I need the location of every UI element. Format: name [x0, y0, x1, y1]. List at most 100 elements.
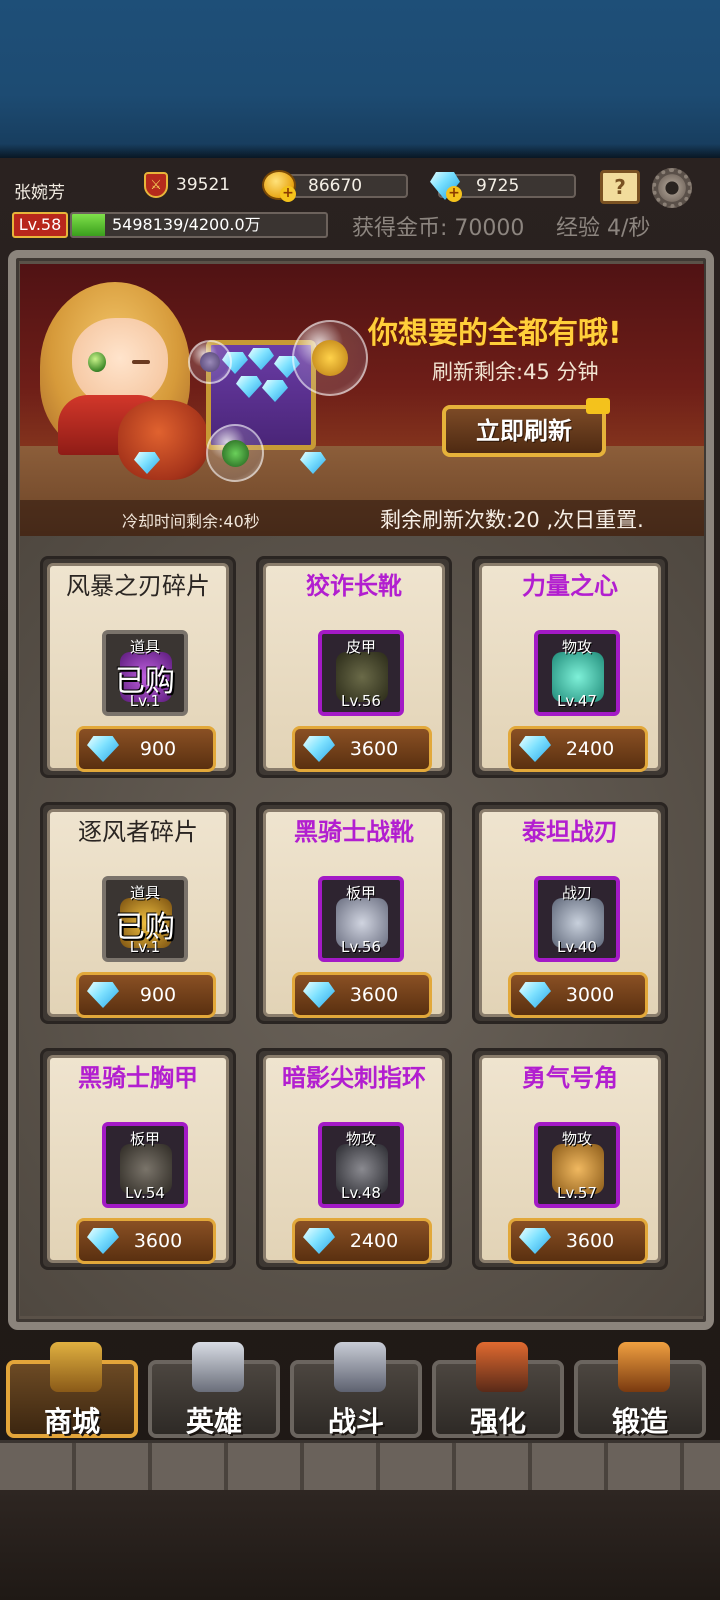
buy-button[interactable]: 3600 — [292, 726, 432, 772]
diamond-icon — [87, 1228, 119, 1254]
item-level: Lv.48 — [341, 1184, 381, 1202]
shop-item-card[interactable]: 黑骑士战靴 板甲 Lv.56 3600 — [256, 802, 452, 1024]
item-icon-box[interactable]: 道具 已购 Lv.1 — [102, 876, 188, 962]
diamond-icon — [303, 1228, 335, 1254]
forge-icon — [618, 1342, 670, 1392]
shop-item-card[interactable]: 逐风者碎片 道具 已购 Lv.1 900 — [40, 802, 236, 1024]
help-book-icon[interactable]: ? — [600, 170, 640, 204]
combat-power: ⚔ 39521 — [144, 172, 230, 198]
nav-tab-label: 战斗 — [327, 1405, 384, 1438]
refresh-now-button[interactable]: 立即刷新 — [442, 405, 606, 457]
combat-power-value: 39521 — [176, 175, 231, 195]
card-inner: 狡诈长靴 皮甲 Lv.56 3600 — [263, 563, 445, 772]
nav-tab-2[interactable]: 战斗 — [290, 1342, 422, 1438]
card-inner: 力量之心 物攻 Lv.47 2400 — [479, 563, 661, 772]
sky-background — [0, 0, 720, 158]
nav-tab-3[interactable]: 强化 — [432, 1342, 564, 1438]
card-inner: 风暴之刃碎片 道具 已购 Lv.1 900 — [47, 563, 229, 772]
card-inner: 暗影尖刺指环 物攻 Lv.48 2400 — [263, 1055, 445, 1264]
shop-item-card[interactable]: 黑骑士胸甲 板甲 Lv.54 3600 — [40, 1048, 236, 1270]
diamond-icon — [303, 736, 335, 762]
gear-icon[interactable] — [652, 168, 692, 208]
item-level: Lv.40 — [557, 938, 597, 956]
shop-item-card[interactable]: 泰坦战刃 战刃 Lv.40 3000 — [472, 802, 668, 1024]
refresh-count-text: 剩余刷新次数:20 ,次日重置. — [380, 508, 644, 532]
item-price: 900 — [139, 738, 177, 760]
item-price: 900 — [139, 984, 177, 1006]
shop-item-card[interactable]: 暗影尖刺指环 物攻 Lv.48 2400 — [256, 1048, 452, 1270]
item-type: 板甲 — [129, 1130, 160, 1148]
item-price: 2400 — [565, 738, 615, 760]
item-icon-box[interactable]: 物攻 Lv.57 — [534, 1122, 620, 1208]
hammer-anvil-icon — [476, 1342, 528, 1392]
item-type: 道具 — [129, 884, 160, 902]
buy-button[interactable]: 3600 — [292, 972, 432, 1018]
ring-bubble-icon — [292, 320, 368, 396]
item-icon-box[interactable]: 战刃 Lv.40 — [534, 876, 620, 962]
player-name: 张婉芳 — [14, 183, 65, 203]
item-price: 3000 — [565, 984, 615, 1006]
item-level: Lv.47 — [557, 692, 597, 710]
gold-gain-rate: 获得金币: 70000 — [352, 216, 525, 241]
buy-button[interactable]: 2400 — [508, 726, 648, 772]
horned-helmet-icon — [192, 1342, 244, 1392]
shop-item-card[interactable]: 勇气号角 物攻 Lv.57 3600 — [472, 1048, 668, 1270]
nav-tab-4[interactable]: 锻造 — [574, 1342, 706, 1438]
item-level: Lv.56 — [341, 692, 381, 710]
add-gold-icon[interactable]: + — [280, 186, 296, 202]
item-name: 黑骑士战靴 — [294, 818, 414, 846]
gold-value: 86670 — [308, 176, 363, 196]
item-icon-box[interactable]: 皮甲 Lv.56 — [318, 630, 404, 716]
floor-bricks — [0, 1440, 720, 1490]
floor-shadow — [0, 1490, 720, 1600]
item-name: 勇气号角 — [522, 1064, 618, 1092]
exp-text: 5498139/4200.0万 — [112, 215, 261, 234]
shop-item-card[interactable]: 风暴之刃碎片 道具 已购 Lv.1 900 — [40, 556, 236, 778]
diamond-icon — [87, 982, 119, 1008]
diamond-icon — [87, 736, 119, 762]
item-type: 道具 — [129, 638, 160, 656]
nav-tab-label: 强化 — [469, 1405, 526, 1438]
item-type: 皮甲 — [345, 638, 376, 656]
buy-button[interactable]: 3600 — [508, 1218, 648, 1264]
armor-bubble-icon — [188, 340, 232, 384]
item-type: 物攻 — [561, 638, 592, 656]
buy-button[interactable]: 2400 — [292, 1218, 432, 1264]
card-inner: 黑骑士胸甲 板甲 Lv.54 3600 — [47, 1055, 229, 1264]
buy-button[interactable]: 900 — [76, 972, 216, 1018]
item-price: 3600 — [349, 984, 399, 1006]
item-name: 风暴之刃碎片 — [66, 572, 210, 600]
nav-tab-label: 商城 — [43, 1405, 100, 1438]
item-type: 板甲 — [345, 884, 376, 902]
buy-button[interactable]: 900 — [76, 726, 216, 772]
rune-bubble-icon — [206, 424, 264, 482]
buy-button[interactable]: 3000 — [508, 972, 648, 1018]
elf-eye-icon — [88, 352, 106, 372]
level-badge: Lv.58 — [12, 212, 68, 238]
item-type: 物攻 — [561, 1130, 592, 1148]
item-icon-box[interactable]: 物攻 Lv.47 — [534, 630, 620, 716]
nav-tab-0[interactable]: 商城 — [6, 1342, 138, 1438]
shop-item-card[interactable]: 狡诈长靴 皮甲 Lv.56 3600 — [256, 556, 452, 778]
card-inner: 泰坦战刃 战刃 Lv.40 3000 — [479, 809, 661, 1018]
item-level: Lv.57 — [557, 1184, 597, 1202]
item-price: 3600 — [349, 738, 399, 760]
cooldown-text: 冷却时间剩余:40秒 — [122, 512, 260, 531]
item-icon-box[interactable]: 板甲 Lv.54 — [102, 1122, 188, 1208]
card-inner: 逐风者碎片 道具 已购 Lv.1 900 — [47, 809, 229, 1018]
nav-tab-1[interactable]: 英雄 — [148, 1342, 280, 1438]
item-level: Lv.54 — [125, 1184, 165, 1202]
treasure-chest-icon — [50, 1342, 102, 1392]
add-diamond-icon[interactable]: + — [446, 186, 462, 202]
nav-tab-label: 英雄 — [185, 1405, 242, 1438]
elf-wink-icon — [132, 360, 150, 364]
exp-bar-fill — [72, 214, 106, 236]
sword-icon: ⚔ — [144, 172, 168, 198]
item-icon-box[interactable]: 板甲 Lv.56 — [318, 876, 404, 962]
diamond-icon — [519, 982, 551, 1008]
item-icon-box[interactable]: 道具 已购 Lv.1 — [102, 630, 188, 716]
buy-button[interactable]: 3600 — [76, 1218, 216, 1264]
item-price: 2400 — [349, 1230, 399, 1252]
item-icon-box[interactable]: 物攻 Lv.48 — [318, 1122, 404, 1208]
shop-item-card[interactable]: 力量之心 物攻 Lv.47 2400 — [472, 556, 668, 778]
